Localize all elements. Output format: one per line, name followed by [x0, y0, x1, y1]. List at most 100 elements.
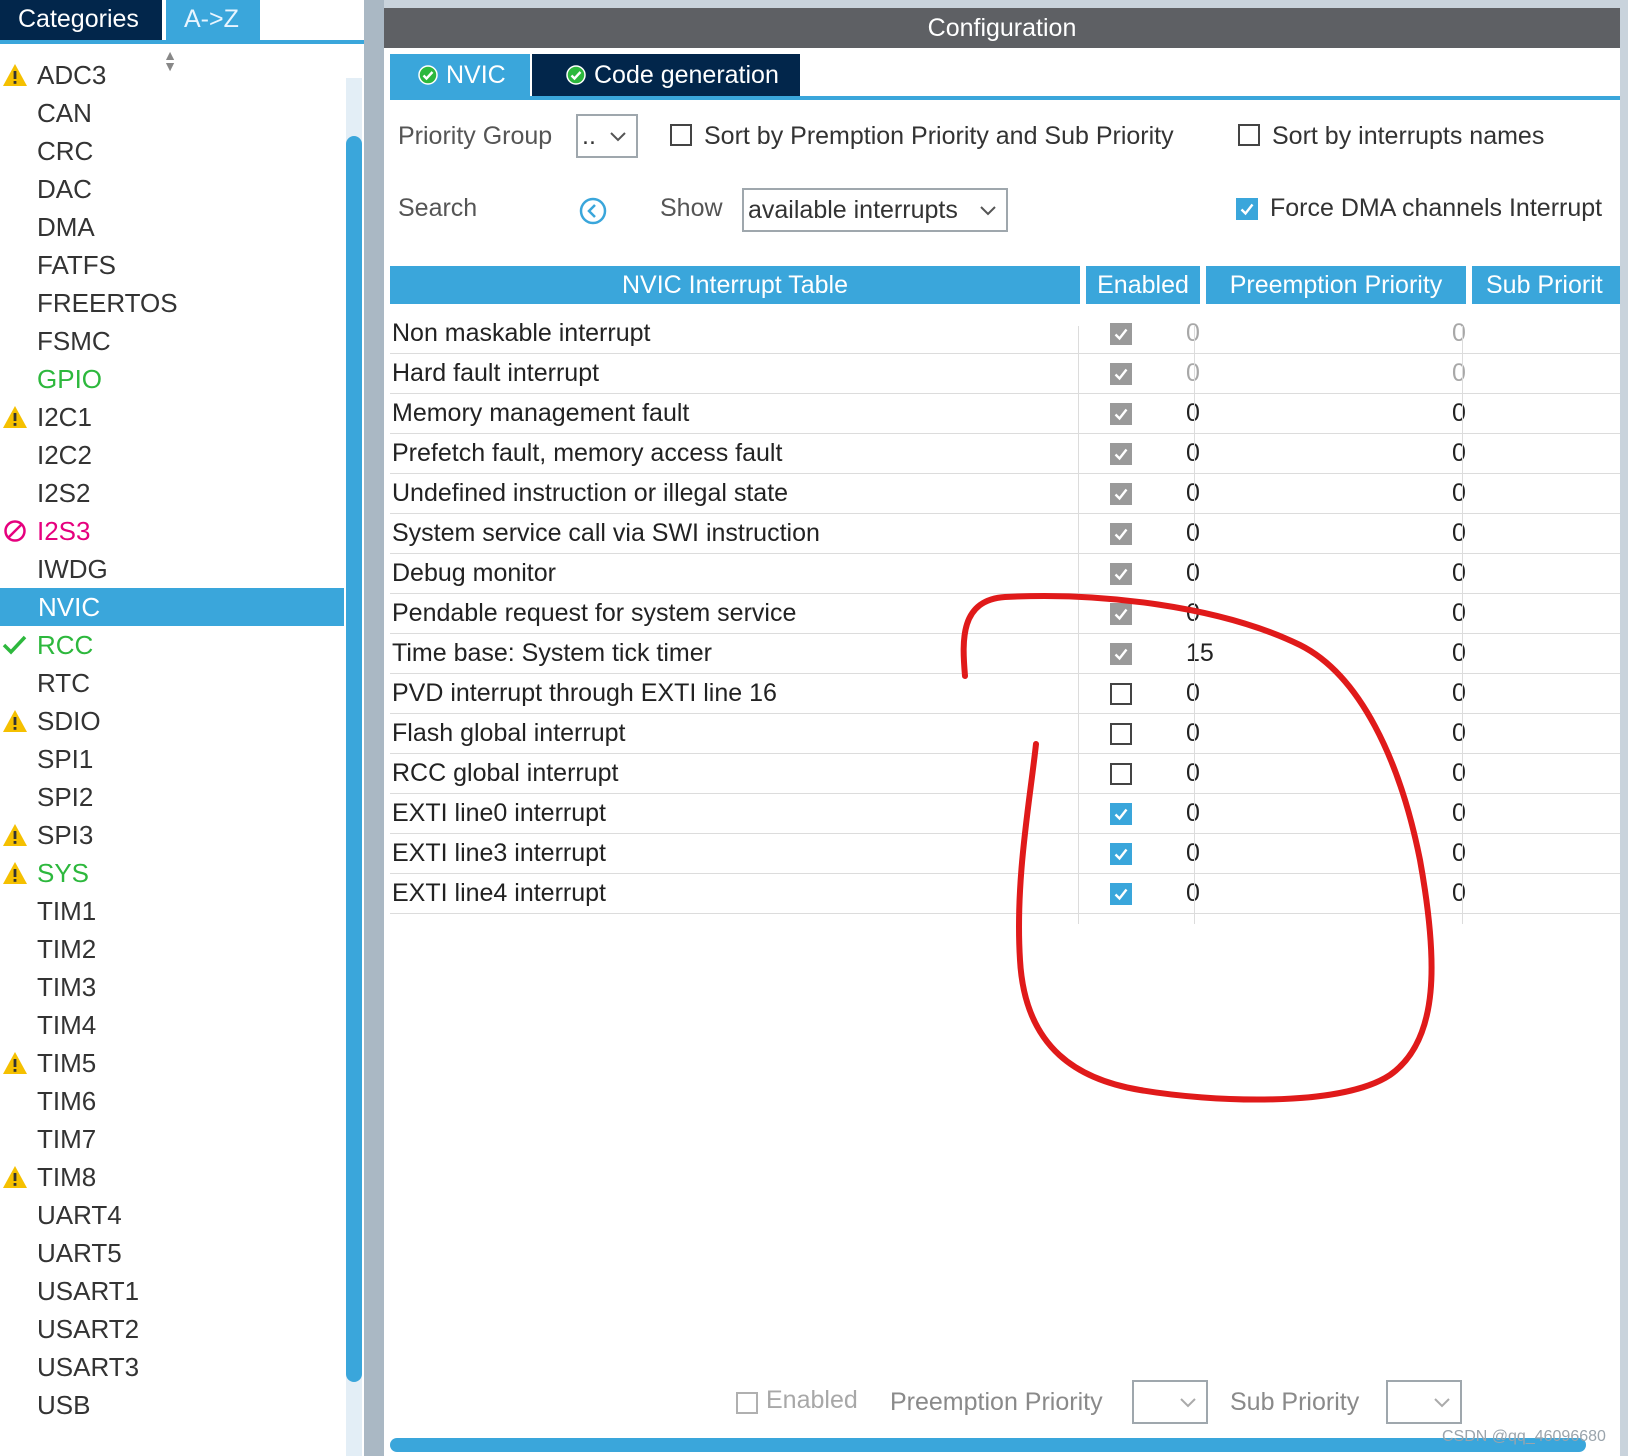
bottom-preemption-select[interactable]: [1132, 1380, 1208, 1424]
sub-priority-cell[interactable]: 0: [1452, 434, 1466, 472]
search-back-icon[interactable]: [578, 196, 608, 226]
sub-priority-cell[interactable]: 0: [1452, 834, 1466, 872]
enabled-checkbox[interactable]: [1110, 763, 1132, 785]
sub-priority-cell[interactable]: 0: [1452, 394, 1466, 432]
enabled-checkbox[interactable]: [1110, 843, 1132, 865]
preemption-priority-cell[interactable]: 0: [1186, 674, 1200, 712]
preemption-priority-cell[interactable]: 0: [1186, 354, 1200, 392]
sort-preemption-checkbox[interactable]: [670, 124, 692, 146]
category-item-crc[interactable]: CRC: [0, 132, 344, 170]
category-item-dma[interactable]: DMA: [0, 208, 344, 246]
table-row[interactable]: Debug monitor 0 0: [390, 554, 1620, 594]
category-item-rtc[interactable]: RTC: [0, 664, 344, 702]
category-item-spi2[interactable]: SPI2: [0, 778, 344, 816]
show-select[interactable]: available interrupts: [742, 188, 1008, 232]
preemption-priority-cell[interactable]: 0: [1186, 594, 1200, 632]
panel-splitter[interactable]: [364, 0, 384, 1456]
sub-priority-cell[interactable]: 0: [1452, 714, 1466, 752]
column-header-sub-priority[interactable]: Sub Priorit: [1472, 266, 1620, 304]
sub-priority-cell[interactable]: 0: [1452, 634, 1466, 672]
category-item-rcc[interactable]: RCC: [0, 626, 344, 664]
category-item-adc3[interactable]: ADC3: [0, 58, 344, 94]
horizontal-scrollbar[interactable]: [390, 1438, 1586, 1452]
category-item-tim6[interactable]: TIM6: [0, 1082, 344, 1120]
category-item-spi3[interactable]: SPI3: [0, 816, 344, 854]
preemption-priority-cell[interactable]: 0: [1186, 794, 1200, 832]
category-item-i2s3[interactable]: I2S3: [0, 512, 344, 550]
preemption-priority-cell[interactable]: 0: [1186, 714, 1200, 752]
tab-categories[interactable]: Categories: [0, 0, 162, 40]
category-item-tim1[interactable]: TIM1: [0, 892, 344, 930]
preemption-priority-cell[interactable]: 0: [1186, 554, 1200, 592]
tab-code-generation[interactable]: Code generation: [532, 54, 800, 96]
preemption-priority-cell[interactable]: 15: [1186, 634, 1214, 672]
category-item-tim7[interactable]: TIM7: [0, 1120, 344, 1158]
sub-priority-cell[interactable]: 0: [1452, 314, 1466, 352]
sub-priority-cell[interactable]: 0: [1452, 354, 1466, 392]
category-item-tim2[interactable]: TIM2: [0, 930, 344, 968]
category-item-can[interactable]: CAN: [0, 94, 344, 132]
category-item-tim4[interactable]: TIM4: [0, 1006, 344, 1044]
preemption-priority-cell[interactable]: 0: [1186, 514, 1200, 552]
preemption-priority-cell[interactable]: 0: [1186, 474, 1200, 512]
sub-priority-cell[interactable]: 0: [1452, 674, 1466, 712]
enabled-checkbox[interactable]: [1110, 883, 1132, 905]
enabled-checkbox[interactable]: [1110, 683, 1132, 705]
sort-names-checkbox[interactable]: [1238, 124, 1260, 146]
priority-group-select[interactable]: ..: [576, 114, 638, 158]
table-row[interactable]: System service call via SWI instruction 0…: [390, 514, 1620, 554]
column-header-name[interactable]: NVIC Interrupt Table: [390, 266, 1080, 304]
sub-priority-cell[interactable]: 0: [1452, 554, 1466, 592]
category-item-iwdg[interactable]: IWDG: [0, 550, 344, 588]
table-row[interactable]: EXTI line0 interrupt 0 0: [390, 794, 1620, 834]
sub-priority-cell[interactable]: 0: [1452, 794, 1466, 832]
table-row[interactable]: Hard fault interrupt 0 0: [390, 354, 1620, 394]
preemption-priority-cell[interactable]: 0: [1186, 394, 1200, 432]
column-header-enabled[interactable]: Enabled: [1086, 266, 1200, 304]
left-scrollbar-thumb[interactable]: [346, 136, 362, 1382]
sub-priority-cell[interactable]: 0: [1452, 874, 1466, 912]
category-item-fatfs[interactable]: FATFS: [0, 246, 344, 284]
sub-priority-cell[interactable]: 0: [1452, 474, 1466, 512]
table-row[interactable]: Memory management fault 0 0: [390, 394, 1620, 434]
category-item-uart4[interactable]: UART4: [0, 1196, 344, 1234]
category-item-uart5[interactable]: UART5: [0, 1234, 344, 1272]
tab-nvic[interactable]: NVIC: [390, 54, 530, 96]
preemption-priority-cell[interactable]: 0: [1186, 754, 1200, 792]
bottom-enabled-checkbox[interactable]: [736, 1392, 758, 1414]
preemption-priority-cell[interactable]: 0: [1186, 314, 1200, 352]
category-item-i2c1[interactable]: I2C1: [0, 398, 344, 436]
category-item-dac[interactable]: DAC: [0, 170, 344, 208]
sub-priority-cell[interactable]: 0: [1452, 594, 1466, 632]
preemption-priority-cell[interactable]: 0: [1186, 874, 1200, 912]
category-item-spi1[interactable]: SPI1: [0, 740, 344, 778]
category-item-usb[interactable]: USB: [0, 1386, 344, 1424]
category-item-tim5[interactable]: TIM5: [0, 1044, 344, 1082]
table-row[interactable]: Flash global interrupt 0 0: [390, 714, 1620, 754]
category-item-sys[interactable]: SYS: [0, 854, 344, 892]
sub-priority-cell[interactable]: 0: [1452, 514, 1466, 552]
table-row[interactable]: Time base: System tick timer 15 0: [390, 634, 1620, 674]
table-row[interactable]: Pendable request for system service 0 0: [390, 594, 1620, 634]
tab-a-to-z[interactable]: A->Z: [166, 0, 260, 40]
category-item-gpio[interactable]: GPIO: [0, 360, 344, 398]
category-item-usart1[interactable]: USART1: [0, 1272, 344, 1310]
table-row[interactable]: EXTI line3 interrupt 0 0: [390, 834, 1620, 874]
table-row[interactable]: Prefetch fault, memory access fault 0 0: [390, 434, 1620, 474]
bottom-sub-priority-select[interactable]: [1386, 1380, 1462, 1424]
enabled-checkbox[interactable]: [1110, 723, 1132, 745]
table-row[interactable]: RCC global interrupt 0 0: [390, 754, 1620, 794]
category-item-usart2[interactable]: USART2: [0, 1310, 344, 1348]
category-item-usart3[interactable]: USART3: [0, 1348, 344, 1386]
category-item-i2c2[interactable]: I2C2: [0, 436, 344, 474]
column-header-preemption[interactable]: Preemption Priority: [1206, 266, 1466, 304]
force-dma-checkbox[interactable]: [1236, 198, 1258, 220]
category-item-tim3[interactable]: TIM3: [0, 968, 344, 1006]
category-item-tim8[interactable]: TIM8: [0, 1158, 344, 1196]
table-row[interactable]: Undefined instruction or illegal state 0 0: [390, 474, 1620, 514]
category-item-freertos[interactable]: FREERTOS: [0, 284, 344, 322]
table-row[interactable]: EXTI line4 interrupt 0 0: [390, 874, 1620, 914]
category-item-i2s2[interactable]: I2S2: [0, 474, 344, 512]
preemption-priority-cell[interactable]: 0: [1186, 834, 1200, 872]
table-row[interactable]: Non maskable interrupt 0 0: [390, 314, 1620, 354]
